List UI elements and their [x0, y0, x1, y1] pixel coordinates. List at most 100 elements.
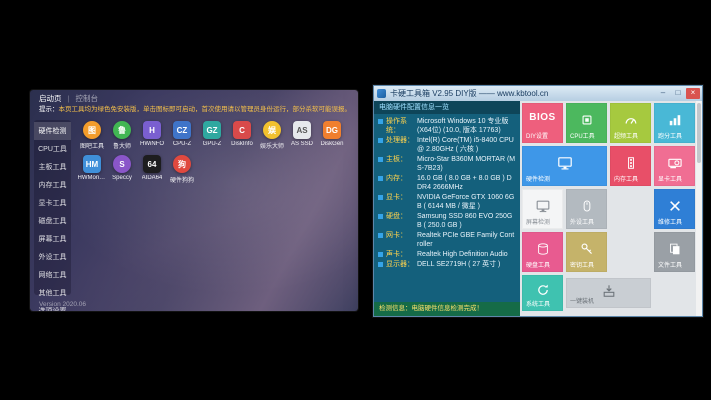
- app-icon: GZ: [203, 121, 221, 139]
- app-label: AIDA64: [142, 175, 163, 181]
- app-label: HWiNFO: [140, 141, 164, 147]
- tile-periph[interactable]: 外设工具: [566, 189, 607, 229]
- info-row: 网卡：Realtek PCIe GBE Family Controller: [378, 231, 516, 249]
- memory-icon: [624, 156, 637, 169]
- info-value: Intel(R) Core(TM) i5-8400 CPU @ 2.80GHz …: [417, 136, 516, 154]
- scrollbar[interactable]: [696, 101, 702, 316]
- tile-benchmark[interactable]: 跑分工具: [654, 103, 695, 143]
- app-label: GPU-Z: [203, 141, 222, 147]
- app-shortcut[interactable]: 娱娱乐大师: [257, 121, 287, 150]
- app-label: AS SSD: [291, 141, 313, 147]
- app-shortcut[interactable]: 图图吧工具: [77, 121, 107, 150]
- info-label: 显示器：: [386, 260, 417, 269]
- tab-start-page[interactable]: 启动页: [39, 93, 62, 104]
- tile-disk[interactable]: 硬盘工具: [522, 232, 563, 272]
- key-icon: [580, 242, 594, 256]
- tile-memory[interactable]: 内存工具: [610, 146, 651, 186]
- install-icon: [602, 284, 616, 298]
- sidebar-item[interactable]: 显卡工具: [34, 194, 71, 212]
- app-label: DiskInfo: [231, 141, 253, 147]
- version-label: Version 2020.06: [39, 301, 86, 308]
- tile-key[interactable]: 密钥工具: [566, 232, 607, 272]
- info-panel-footer: 检测信息：电脑硬件信息检测完成！: [374, 302, 520, 316]
- app-label: DiskGen: [320, 141, 343, 147]
- info-label: 主板：: [386, 155, 417, 173]
- app-shortcut[interactable]: SSpeccy: [107, 155, 137, 184]
- app-icon: AS: [293, 121, 311, 139]
- close-button[interactable]: ×: [686, 88, 700, 99]
- bullet-icon: [378, 157, 383, 162]
- bullet-icon: [378, 262, 383, 267]
- cpu-icon: [580, 113, 594, 127]
- bullet-icon: [378, 252, 383, 257]
- sidebar-item[interactable]: 硬件检测: [34, 122, 71, 140]
- tile-overclock[interactable]: 超频工具: [610, 103, 651, 143]
- info-rows: 操作系统：Microsoft Windows 10 专业版 (X64位) (10…: [374, 114, 520, 269]
- sidebar-item[interactable]: 内存工具: [34, 176, 71, 194]
- app-icon: 64: [143, 155, 161, 173]
- maximize-button[interactable]: □: [671, 88, 685, 99]
- tile-label: 屏幕检测: [526, 217, 550, 226]
- mouse-icon: [580, 199, 593, 212]
- app-icon: 娱: [263, 121, 281, 139]
- app-shortcut[interactable]: DG DiskGen: [317, 121, 347, 150]
- tile-gpu[interactable]: 显卡工具: [654, 146, 695, 186]
- tile-label: 密钥工具: [570, 260, 594, 269]
- bullet-icon: [378, 214, 383, 219]
- scrollbar-thumb[interactable]: [697, 103, 701, 163]
- title-bar[interactable]: 卡硬工具箱 V2.95 DIY版 —— www.kbtool.cn – □ ×: [374, 86, 702, 101]
- monitor-icon: [557, 155, 573, 171]
- app-label: 硬件狗狗: [170, 175, 194, 184]
- app-shortcut[interactable]: AS AS SSD: [287, 121, 317, 150]
- tile-label: 一键装机: [570, 296, 594, 305]
- minimize-button[interactable]: –: [656, 88, 670, 99]
- app-icon: C: [233, 121, 251, 139]
- app-icon: DG: [323, 121, 341, 139]
- info-row: 内存：16.0 GB ( 8.0 GB + 8.0 GB ) DDR4 2666…: [378, 174, 516, 192]
- sidebar-item[interactable]: 磁盘工具: [34, 212, 71, 230]
- app-shortcut[interactable]: 64 AIDA64: [137, 155, 167, 184]
- app-icon: CZ: [173, 121, 191, 139]
- sidebar-item[interactable]: 其他工具: [34, 284, 71, 302]
- info-label: 内存：: [386, 174, 417, 192]
- tile-files[interactable]: 文件工具: [654, 232, 695, 272]
- tile-cpu[interactable]: CPU工具: [566, 103, 607, 143]
- app-icon: 鲁: [113, 121, 131, 139]
- app-icon: 图: [83, 121, 101, 139]
- bullet-icon: [378, 195, 383, 200]
- app-icon: H: [143, 121, 161, 139]
- tile-label: 外设工具: [570, 217, 594, 226]
- sidebar-item[interactable]: 外设工具: [34, 248, 71, 266]
- hardware-info-panel: 电脑硬件配置信息一览 操作系统：Microsoft Windows 10 专业版…: [374, 101, 520, 316]
- app-shortcut[interactable]: GZ GPU-Z: [197, 121, 227, 150]
- info-value: DELL SE2719H ( 27 英寸 ): [417, 260, 516, 269]
- tile-label: 硬盘工具: [526, 260, 550, 269]
- tile-screen[interactable]: 屏幕检测: [522, 189, 563, 229]
- app-shortcut[interactable]: HMHWMonitor: [77, 155, 107, 184]
- sidebar-item[interactable]: 屏幕工具: [34, 230, 71, 248]
- app-shortcut[interactable]: C DiskInfo: [227, 121, 257, 150]
- tile-install[interactable]: 一键装机: [566, 278, 651, 308]
- sidebar-item[interactable]: 主板工具: [34, 158, 71, 176]
- app-shortcut[interactable]: H HWiNFO: [137, 121, 167, 150]
- tile-system[interactable]: 系统工具: [522, 275, 563, 311]
- app-shortcut[interactable]: 狗硬件狗狗: [167, 155, 197, 184]
- window-title: 卡硬工具箱 V2.95 DIY版 —— www.kbtool.cn: [390, 88, 548, 99]
- sidebar-item[interactable]: CPU工具: [34, 140, 71, 158]
- launcher-tabs: 启动页 | 控制台: [39, 93, 98, 104]
- app-shortcut[interactable]: CZCPU-Z: [167, 121, 197, 150]
- tile-repair[interactable]: 维修工具: [654, 189, 695, 229]
- tab-console[interactable]: 控制台: [75, 93, 98, 104]
- app-shortcut[interactable]: 鲁鲁大师: [107, 121, 137, 150]
- screen-icon: [535, 198, 550, 213]
- files-icon: [668, 242, 681, 255]
- tile-detect[interactable]: 硬件检测: [522, 146, 607, 186]
- app-label: 娱乐大师: [260, 141, 284, 150]
- sidebar-item[interactable]: 网络工具: [34, 266, 71, 284]
- bullet-icon: [378, 138, 383, 143]
- drive-icon: [536, 242, 549, 255]
- launcher-apps: 图图吧工具鲁鲁大师 H HWiNFOCZCPU-Z GZ GPU-Z C DiskInfo 娱…: [77, 121, 355, 189]
- info-row: 主板：Micro-Star B360M MORTAR (MS-7B23): [378, 155, 516, 173]
- tile-bios[interactable]: BIOSDIY设置: [522, 103, 563, 143]
- app-icon: S: [113, 155, 131, 173]
